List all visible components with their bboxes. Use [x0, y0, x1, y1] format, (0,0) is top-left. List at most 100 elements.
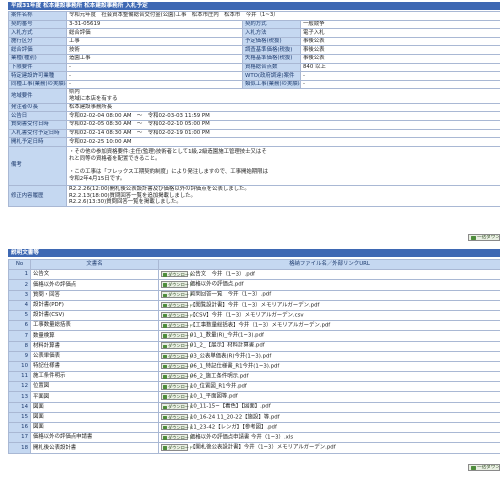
doc-file-name[interactable]: 06_1_特記仕様書_R1今井(1~3).pdf [190, 363, 279, 369]
download-button[interactable]: ダウンロード [161, 352, 193, 359]
download-button[interactable]: ダウンロード [161, 301, 193, 308]
info-label: 地域要件 [8, 88, 67, 104]
info-value: - [66, 62, 243, 73]
doc-file-name[interactable]: 01_2_【展示】材料計算書.pdf [190, 343, 265, 349]
bulk-download-button[interactable]: 一括ダウンロード [468, 234, 500, 241]
info-label: WTO(政府調達)案件 [242, 71, 301, 81]
download-button[interactable]: ダウンロード [161, 423, 193, 431]
download-button[interactable]: ダウンロード [161, 342, 193, 349]
revision-line: R2.2.26(12:00)開札後公表設計書及び価格以外の評価点を公表しました。 [69, 185, 250, 192]
doc-file-name[interactable]: 価格以外の評価点申請書 今井（1~3）.xls [190, 435, 293, 441]
doc-file-name[interactable]: 10_11-15~【着色】【図面】.pdf [190, 404, 271, 410]
doc-file-name[interactable]: 06_2_施工条件明示.pdf [190, 374, 248, 380]
download-button[interactable]: ダウンロード [161, 413, 193, 421]
docs-section-title: 説明文書等 [8, 249, 500, 257]
document-row: 16 図面 ダウンロード11_23-42【レンガ】【参考図】.pdf [8, 421, 500, 434]
download-button[interactable]: ダウンロード [161, 281, 193, 288]
info-label: 予定価格(税抜) [242, 36, 301, 47]
download-button[interactable]: ダウンロード [161, 434, 193, 441]
doc-file-cell: ダウンロード【工事数量総括表】今井（1~3）メモリアルガーデン.pdf [158, 320, 500, 332]
info-row: 施行区分 工事 予定価格(税抜) 事後公表 [8, 36, 500, 47]
document-row: 14 図面 ダウンロード10_11-15~【着色】【図面】.pdf [8, 401, 500, 413]
info-label: 入札書受付予定日時 [8, 128, 67, 139]
doc-file-cell: ダウンロード【CSV】今井（1~3）メモリアルガーデン.csv [158, 309, 500, 322]
info-value: 事後公表 [299, 45, 500, 55]
doc-file-cell: ダウンロード06_2_施工条件明示.pdf [158, 371, 500, 383]
info-value: 一般競争 [299, 19, 500, 30]
document-row: 9 公表単価表 ダウンロード03_公表単価表(R)今井(1~3).pdf [8, 350, 500, 362]
download-button[interactable]: ダウンロード [161, 332, 193, 339]
doc-file-name[interactable]: 01_1_数量(R)_今井(1~3).pdf [190, 333, 264, 339]
doc-file-name[interactable]: 【開札後公表設計書】今井（1~3）メモリアルガーデン.pdf [190, 445, 336, 451]
doc-number: 17 [8, 432, 31, 444]
info-value: 電子入札 [299, 28, 500, 38]
doc-file-name[interactable]: 10_1_平面図等.pdf [190, 394, 238, 400]
info-label: 案件名称 [8, 11, 67, 21]
doc-file-name[interactable]: 10_位置図_R1今井.pdf [190, 384, 247, 390]
page-frame: 平成31年度 松本建設事務所 松本建設事務所 入札予定 案件名称 令和元年度 社会… [8, 0, 500, 479]
info-value: 事後公表 [299, 36, 500, 47]
doc-name: 施工条件明示 [30, 371, 159, 383]
download-button[interactable]: ダウンロード [161, 372, 193, 380]
remarks-line: 令和2年4月15日です。 [69, 175, 126, 182]
download-button[interactable]: ダウンロード [161, 444, 193, 451]
download-button[interactable]: ダウンロード [161, 362, 193, 370]
info-label: 契約方式 [242, 19, 301, 30]
info-row: 業種(種別) 造園工事 失格基準価格(税抜) 事後公表 [8, 53, 500, 64]
doc-file-name[interactable]: 公告文 今井（1~3）.pdf [190, 272, 255, 278]
doc-file-name[interactable]: 質問回答一覧 今井（1~3）.pdf [190, 292, 271, 298]
info-value: 840 以上 [299, 62, 500, 73]
doc-number: 14 [8, 401, 31, 413]
info-row: 案件名称 令和元年度 社会資本整備総合交付金(公園)工事 松本市庄内 松本市 今井… [8, 11, 500, 21]
document-row: 11 施工条件明示 ダウンロード06_2_施工条件明示.pdf [8, 371, 500, 383]
doc-number: 3 [8, 289, 31, 301]
info-value: 県内 地域に本店を有する [65, 88, 500, 104]
info-row: 入札書受付予定日時 令和02-02-14 08:30 AM ～ 令和02-02-1… [8, 128, 500, 139]
info-value: - [299, 79, 500, 90]
page-title: 平成31年度 松本建設事務所 松本建設事務所 入札予定 [8, 2, 500, 10]
info-value: 令和02-02-14 08:30 AM ～ 令和02-02-19 01:00 P… [65, 128, 500, 139]
doc-file-cell: ダウンロード10_1_平面図等.pdf [158, 391, 500, 403]
document-row: 4 設計書(PDF) ダウンロード【閲覧設計書】今井（1~3）メモリアルガーデン.p… [8, 299, 500, 311]
doc-name: 公告文 [30, 269, 159, 281]
info-row: 下限要件 - 資格総合点数 840 以上 [8, 62, 500, 73]
doc-file-name[interactable]: 【工事数量総括表】今井（1~3）メモリアルガーデン.pdf [190, 323, 330, 329]
info-row: 公告日 令和02-02-04 08:00 AM ～ 令和02-03-03 11:5… [8, 111, 500, 122]
info-label: 下限要件 [8, 62, 67, 73]
download-button[interactable]: ダウンロード [161, 321, 193, 329]
download-button[interactable]: ダウンロード [161, 271, 193, 278]
info-value: 事後公表 [299, 53, 500, 64]
doc-file-name[interactable]: 【閲覧設計書】今井（1~3）メモリアルガーデン.pdf [190, 302, 319, 308]
info-label: 業種(種別) [8, 53, 67, 64]
bulk-download-button-bottom[interactable]: 一括ダウンロード [468, 464, 500, 471]
doc-number: 6 [8, 320, 31, 332]
doc-name: 公表単価表 [30, 350, 159, 362]
doc-file-cell: ダウンロード03_公表単価表(R)今井(1~3).pdf [158, 350, 500, 362]
remarks-value: ・その他の参加資格要件:主任(監理)技術者として1級,2級造園施工管理技士又はそ… [65, 145, 500, 186]
info-row: 入札方式 総合評価 入札方法 電子入札 [8, 28, 500, 38]
info-value: 令和元年度 社会資本整備総合交付金(公園)工事 松本市庄内 松本市 今井（1~3… [65, 11, 500, 21]
doc-number: 18 [8, 442, 31, 454]
download-button[interactable]: ダウンロード [161, 393, 193, 400]
info-value: 工事 [66, 36, 243, 47]
doc-file-name[interactable]: 価格以外の評価点.pdf [190, 282, 244, 288]
doc-file-name[interactable]: 11_23-42【レンガ】【参考図】.pdf [190, 425, 277, 431]
download-button[interactable]: ダウンロード [161, 311, 193, 319]
doc-file-name[interactable]: 10_16-24 11_20-22【施設】等.pdf [190, 414, 280, 420]
download-button[interactable]: ダウンロード [161, 403, 193, 410]
doc-file-cell: ダウンロード06_1_特記仕様書_R1今井(1~3).pdf [158, 360, 500, 373]
document-row: 1 公告文 ダウンロード公告文 今井（1~3）.pdf [8, 269, 500, 281]
info-value: 造園工事 [66, 53, 243, 64]
info-value: 総合評価 [66, 28, 243, 38]
info-value: - [66, 71, 243, 81]
download-button[interactable]: ダウンロード [161, 291, 193, 298]
download-button[interactable]: ダウンロード [161, 383, 193, 390]
doc-file-cell: ダウンロード【閲覧設計書】今井（1~3）メモリアルガーデン.pdf [158, 299, 500, 311]
doc-number: 1 [8, 269, 31, 281]
info-label: 特定建設許可業種 [8, 71, 67, 81]
info-label: 同種工事(業務)の実績に関する要件 [8, 79, 67, 90]
revision-line: R2.2.6(13:30)質問回答一覧を掲載しました。 [69, 199, 182, 206]
doc-file-name[interactable]: 【CSV】今井（1~3）メモリアルガーデン.csv [190, 313, 304, 319]
doc-name: 数量検算 [30, 330, 159, 342]
doc-file-name[interactable]: 03_公表単価表(R)今井(1~3).pdf [190, 353, 271, 359]
